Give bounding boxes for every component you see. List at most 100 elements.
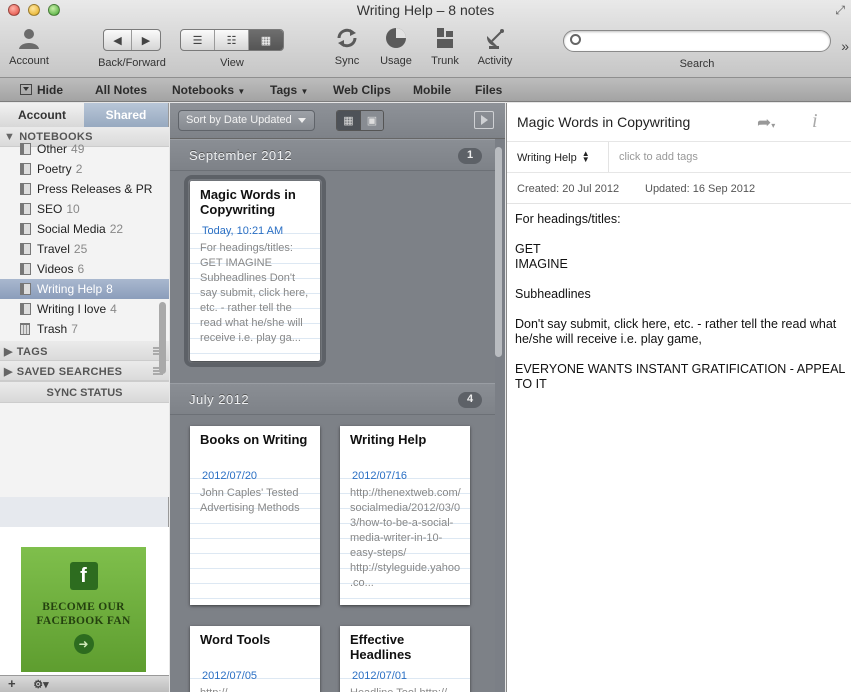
add-notebook-button[interactable]: + bbox=[8, 676, 16, 691]
note-list-scrollbar[interactable] bbox=[495, 147, 502, 357]
sidebar-scrollbar[interactable] bbox=[159, 302, 166, 374]
tags-input[interactable]: click to add tags bbox=[608, 142, 698, 172]
note-group-header: September 2012 1 bbox=[170, 139, 495, 171]
sidebar-tabs: Account Shared bbox=[0, 103, 168, 127]
notebooks-menu[interactable]: Notebooks ▼ bbox=[172, 83, 245, 97]
notebook-count: 25 bbox=[73, 242, 88, 256]
notebook-icon bbox=[20, 263, 31, 275]
created-date: Created: 20 Jul 2012 bbox=[517, 183, 620, 195]
card-size-control: ▦ ▣ bbox=[336, 110, 384, 131]
snippet-view-button[interactable]: ☷ bbox=[215, 30, 249, 50]
facebook-fan-ad[interactable]: f BECOME OUR FACEBOOK FAN ➜ bbox=[21, 547, 146, 672]
account-button[interactable]: Account bbox=[7, 26, 51, 67]
notebook-item[interactable]: Press Releases & PR bbox=[0, 179, 169, 199]
note-card-header: Books on Writing bbox=[190, 426, 320, 464]
sync-button[interactable]: Sync bbox=[330, 26, 364, 67]
satellite-icon bbox=[486, 29, 504, 49]
notebook-count: 4 bbox=[110, 302, 117, 316]
share-arrow-icon[interactable]: ➦▾ bbox=[757, 113, 775, 133]
toolbar-overflow-icon[interactable]: » bbox=[841, 38, 849, 54]
note-title: Word Tools bbox=[200, 632, 271, 647]
disclosure-closed-icon: ▶ bbox=[4, 366, 13, 378]
trunk-button[interactable]: Trunk bbox=[427, 26, 463, 67]
notebook-name: Social Media bbox=[37, 222, 106, 236]
search-input[interactable] bbox=[586, 34, 826, 48]
note-card[interactable]: Books on Writing 2012/07/20 John Caples'… bbox=[190, 426, 320, 605]
notebook-name: SEO bbox=[37, 202, 63, 216]
disclosure-closed-icon: ▶ bbox=[4, 346, 13, 358]
tags-dropdown-icon: ▼ bbox=[300, 87, 309, 96]
note-card-selected[interactable]: Magic Words in Copywriting Today, 10:21 … bbox=[184, 175, 326, 367]
account-icon bbox=[19, 29, 39, 49]
fullscreen-icon[interactable]: ⤢ bbox=[835, 3, 845, 18]
note-date: Today, 10:21 AM bbox=[202, 225, 284, 237]
hide-sidebar-button[interactable]: Hide bbox=[20, 83, 63, 97]
sort-menu[interactable]: Sort by Date Updated bbox=[178, 110, 315, 131]
note-card[interactable]: Effective Headlines 2012/07/01 Headline … bbox=[340, 626, 470, 692]
usage-button[interactable]: Usage bbox=[377, 26, 415, 67]
notebook-selector[interactable]: Writing Help ▲ ▼ bbox=[517, 149, 590, 165]
notebook-item[interactable]: SEO 10 bbox=[0, 199, 169, 219]
trash-item[interactable]: Trash 7 bbox=[0, 319, 169, 339]
tab-account[interactable]: Account bbox=[0, 103, 84, 127]
note-body-line bbox=[515, 347, 845, 362]
sync-status-header[interactable]: SYNC STATUS bbox=[0, 381, 169, 403]
note-snippet: John Caples' Tested Advertising Methods bbox=[200, 487, 300, 514]
small-cards-button[interactable]: ▦ bbox=[337, 111, 360, 130]
note-title-field[interactable]: Magic Words in Copywriting bbox=[517, 114, 690, 130]
notebooks-dropdown-icon: ▼ bbox=[237, 87, 246, 96]
group-count-badge: 1 bbox=[458, 148, 482, 164]
notebook-item[interactable]: Videos 6 bbox=[0, 259, 169, 279]
hide-sidebar-icon bbox=[20, 84, 32, 95]
notebooks-menu-label: Notebooks bbox=[172, 83, 235, 97]
note-body-line: IMAGINE bbox=[515, 257, 568, 271]
presentation-mode-button[interactable] bbox=[474, 111, 494, 129]
tags-menu[interactable]: Tags ▼ bbox=[270, 83, 308, 97]
info-icon[interactable]: i bbox=[812, 110, 818, 133]
sidebar-list: ▼ NOTEBOOKS Other 49 Poetry 2 Press Release… bbox=[0, 127, 169, 497]
notebook-item[interactable]: Social Media 22 bbox=[0, 219, 169, 239]
gear-menu-button[interactable]: ⚙▾ bbox=[33, 679, 48, 691]
note-card[interactable]: Word Tools 2012/07/05 http:// bbox=[190, 626, 320, 692]
hide-label: Hide bbox=[37, 83, 64, 97]
back-forward-control: ◀ ▶ Back/Forward bbox=[94, 26, 170, 69]
note-body-line bbox=[515, 272, 845, 287]
card-view-button[interactable]: ▦ bbox=[249, 30, 283, 50]
web-clips-button[interactable]: Web Clips bbox=[333, 83, 391, 97]
saved-searches-section-header[interactable]: ▶ SAVED SEARCHES bbox=[0, 361, 169, 381]
up-down-arrows-icon: ▲ ▼ bbox=[581, 149, 590, 164]
notebook-count: 22 bbox=[109, 222, 124, 236]
notebook-name: Press Releases & PR bbox=[37, 182, 153, 196]
note-card[interactable]: Writing Help 2012/07/16 http://thenextwe… bbox=[340, 426, 470, 605]
notebook-name: Videos bbox=[37, 262, 74, 276]
all-notes-button[interactable]: All Notes bbox=[95, 83, 147, 97]
activity-button[interactable]: Activity bbox=[473, 26, 517, 67]
sidebar: Account Shared ▼ NOTEBOOKS Other 49 Poetry… bbox=[0, 103, 169, 692]
notebook-item[interactable]: Writing I love 4 bbox=[0, 299, 169, 319]
tags-section-header[interactable]: ▶ TAGS bbox=[0, 341, 169, 361]
note-date: 2012/07/20 bbox=[202, 470, 258, 482]
back-button[interactable]: ◀ bbox=[104, 30, 132, 50]
notebook-count: 10 bbox=[66, 202, 80, 216]
note-title: Books on Writing bbox=[200, 432, 308, 447]
notebook-name: Poetry bbox=[37, 162, 72, 176]
note-snippet: http://thenextweb.com/socialmedia/2012/0… bbox=[350, 487, 461, 589]
list-view-button[interactable]: ☰ bbox=[181, 30, 215, 50]
search-field[interactable] bbox=[563, 30, 831, 52]
tab-shared[interactable]: Shared bbox=[84, 103, 168, 127]
files-button[interactable]: Files bbox=[475, 83, 502, 97]
facebook-ad-text: BECOME OUR FACEBOOK FAN bbox=[36, 601, 131, 627]
forward-button[interactable]: ▶ bbox=[132, 30, 160, 50]
note-list: Sort by Date Updated ▦ ▣ September 2012 … bbox=[170, 103, 505, 692]
notebook-name: Writing I love bbox=[37, 302, 107, 316]
notebook-item-selected[interactable]: Writing Help 8 bbox=[0, 279, 169, 299]
note-body[interactable]: For headings/titles: GET IMAGINE Subhead… bbox=[515, 212, 845, 392]
notebook-count: 49 bbox=[71, 142, 85, 156]
mobile-button[interactable]: Mobile bbox=[413, 83, 451, 97]
trunk-icon bbox=[437, 28, 453, 48]
notebook-item[interactable]: Other 49 bbox=[0, 139, 169, 159]
notebook-item[interactable]: Poetry 2 bbox=[0, 159, 169, 179]
large-cards-button[interactable]: ▣ bbox=[360, 111, 383, 130]
note-card-header: Writing Help bbox=[340, 426, 470, 464]
notebook-item[interactable]: Travel 25 bbox=[0, 239, 169, 259]
